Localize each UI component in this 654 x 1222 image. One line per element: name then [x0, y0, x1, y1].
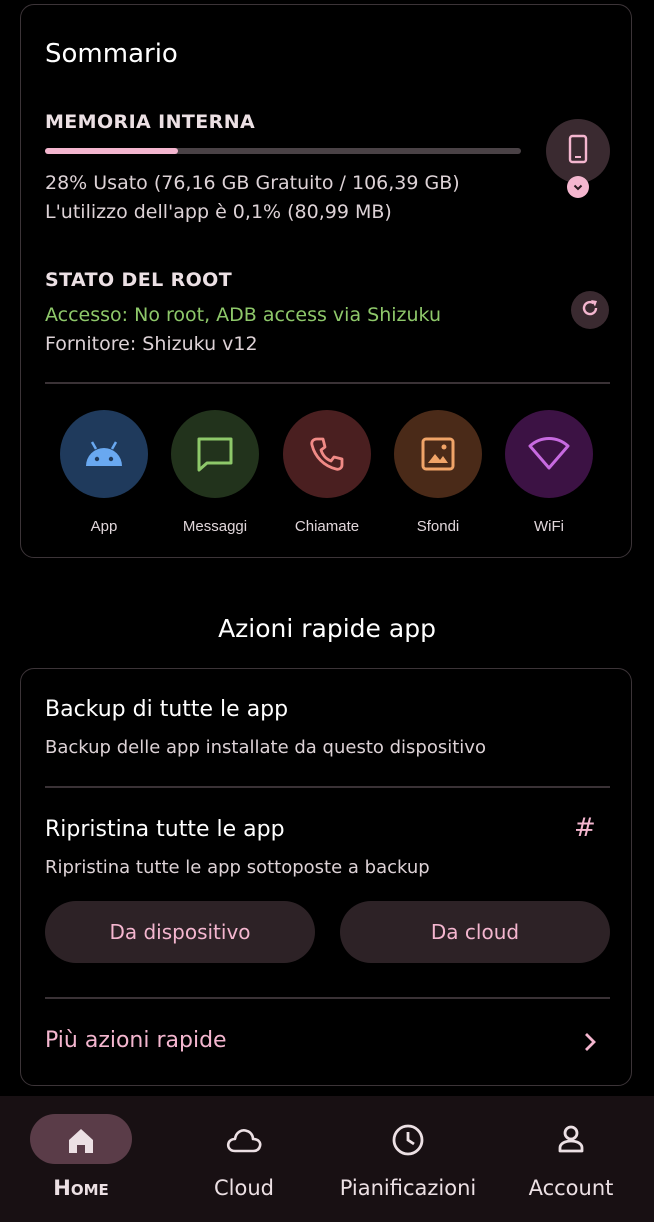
root-refresh-button[interactable]	[571, 291, 609, 329]
quick-access-app-label: App	[90, 518, 118, 535]
nav-item-schedules[interactable]: Pianificazioni	[328, 1096, 488, 1222]
actions-divider-2	[45, 997, 610, 999]
root-provider-text: Fornitore: Shizuku v12	[45, 333, 258, 355]
quick-access-calls[interactable]	[283, 410, 371, 498]
storage-usage-text: 28% Usato (76,16 GB Gratuito / 106,39 GB…	[45, 172, 460, 194]
storage-device-button[interactable]	[546, 119, 610, 183]
image-icon	[394, 410, 482, 498]
quick-actions-card: Backup di tutte le app Backup delle app …	[20, 668, 632, 1086]
storage-expand-button[interactable]	[567, 176, 589, 198]
actions-divider-1	[45, 786, 610, 788]
person-icon	[556, 1124, 586, 1158]
refresh-icon	[579, 297, 601, 323]
chevron-right-icon	[582, 1031, 598, 1057]
restore-subtitle: Ripristina tutte le app sottoposte a bac…	[45, 857, 430, 878]
nav-label-home: Home	[53, 1176, 109, 1200]
restore-from-cloud-button[interactable]: Da cloud	[340, 901, 610, 963]
quick-access-messages[interactable]	[171, 410, 259, 498]
quick-access-wallpapers-label: Sfondi	[416, 518, 460, 535]
wifi-icon	[505, 410, 593, 498]
chevron-down-icon	[572, 178, 584, 197]
nav-label-schedules: Pianificazioni	[339, 1176, 477, 1200]
cloud-icon	[225, 1126, 263, 1158]
nav-label-account: Account	[528, 1176, 614, 1200]
more-quick-actions-label: Più azioni rapide	[45, 1028, 227, 1053]
storage-label: MEMORIA INTERNA	[45, 111, 256, 133]
backup-all-apps-item[interactable]: Backup di tutte le app Backup delle app …	[21, 669, 630, 785]
more-quick-actions-row[interactable]: Più azioni rapide	[21, 1003, 630, 1081]
backup-subtitle: Backup delle app installate da questo di…	[45, 737, 486, 758]
quick-access-messages-label: Messaggi	[182, 518, 248, 535]
quick-access-wifi-label: WiFi	[534, 518, 564, 535]
restore-title: Ripristina tutte le app	[45, 817, 285, 842]
phone-call-icon	[283, 410, 371, 498]
quick-access-calls-label: Chiamate	[294, 518, 360, 535]
quick-access-wifi[interactable]	[505, 410, 593, 498]
summary-title: Sommario	[45, 39, 178, 69]
nav-label-cloud: Cloud	[214, 1176, 274, 1200]
storage-progress-bar	[45, 148, 521, 154]
quick-access-wallpapers[interactable]	[394, 410, 482, 498]
backup-title: Backup di tutte le app	[45, 697, 289, 722]
nav-item-cloud[interactable]: Cloud	[164, 1096, 324, 1222]
quick-actions-heading: Azioni rapide app	[218, 614, 436, 643]
nav-item-home[interactable]: Home	[1, 1096, 161, 1222]
root-status-label: STATO DEL ROOT	[45, 269, 233, 291]
storage-progress-fill	[45, 148, 179, 154]
android-icon	[60, 410, 148, 498]
summary-card: Sommario MEMORIA INTERNA 28% Usato (76,1…	[20, 4, 632, 558]
bottom-navigation: Home Cloud Pianificazioni Account	[0, 1096, 654, 1222]
message-icon	[171, 410, 259, 498]
quick-access-app[interactable]	[60, 410, 148, 498]
summary-divider	[45, 382, 610, 384]
app-usage-text: L'utilizzo dell'app è 0,1% (80,99 MB)	[45, 201, 392, 223]
home-icon	[66, 1126, 96, 1160]
nav-item-account[interactable]: Account	[491, 1096, 651, 1222]
hash-icon[interactable]: #	[574, 813, 596, 843]
restore-from-device-button[interactable]: Da dispositivo	[45, 901, 315, 963]
root-access-text: Accesso: No root, ADB access via Shizuku	[45, 304, 441, 326]
clock-icon	[391, 1123, 425, 1161]
phone-icon	[565, 134, 591, 168]
